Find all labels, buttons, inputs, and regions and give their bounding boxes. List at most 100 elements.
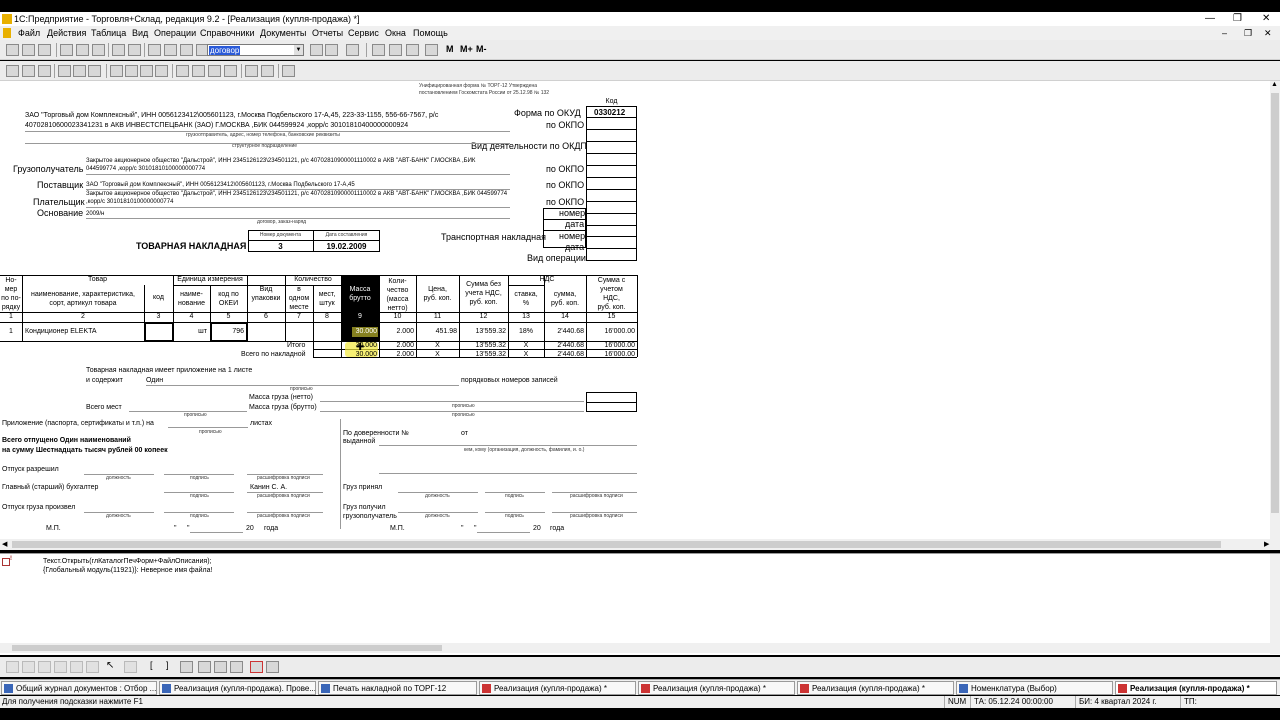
messages-scroll-thumb[interactable]	[12, 645, 442, 651]
menu-operations[interactable]: Операции	[154, 26, 196, 40]
find-next-icon[interactable]	[310, 44, 323, 56]
header-gross[interactable]: Масса брутто	[341, 285, 379, 303]
menu-documents[interactable]: Документы	[260, 26, 306, 40]
bracket-left-icon[interactable]: [	[150, 660, 153, 670]
task-print-torg12[interactable]: Печать накладной по ТОРГ-12	[318, 681, 477, 695]
doc-toolbar-icon-16[interactable]	[261, 65, 274, 77]
doc-toolbar-icon-15[interactable]	[245, 65, 258, 77]
chevron-down-icon[interactable]: ▼	[294, 45, 303, 55]
doc-toolbar-icon-2[interactable]	[22, 65, 35, 77]
mp-left: М.П.	[46, 525, 61, 532]
table-tool-icon-12[interactable]	[250, 661, 263, 673]
pointer-icon[interactable]: ↖	[106, 660, 114, 671]
open-icon[interactable]	[22, 44, 35, 56]
new-icon[interactable]	[6, 44, 19, 56]
table-tool-icon-2[interactable]	[22, 661, 35, 673]
accountant-name: Канин С. А.	[250, 484, 288, 491]
bracket-right-icon[interactable]: ]	[166, 660, 169, 670]
menu-help[interactable]: Помощь	[413, 26, 448, 40]
table-tool-icon-8[interactable]	[180, 661, 193, 673]
doc-toolbar-icon-17[interactable]	[282, 65, 295, 77]
doc-toolbar-icon-4[interactable]	[58, 65, 71, 77]
menu-catalogs[interactable]: Справочники	[200, 26, 255, 40]
restore-icon[interactable]: ❐	[1233, 12, 1242, 26]
menu-reports[interactable]: Отчеты	[312, 26, 343, 40]
m-plus-icon[interactable]: M+	[460, 44, 473, 54]
colnum-5: 5	[226, 313, 231, 320]
menu-view[interactable]: Вид	[132, 26, 148, 40]
m-icon[interactable]: M	[446, 44, 454, 54]
print-preview-icon[interactable]	[128, 44, 141, 56]
doc-toolbar-icon-9[interactable]	[140, 65, 153, 77]
close-icon[interactable]: ✕	[1262, 12, 1270, 26]
doc-toolbar-icon-7[interactable]	[110, 65, 123, 77]
vertical-scrollbar[interactable]: ▲	[1270, 81, 1280, 539]
scroll-left-icon[interactable]: ◀	[2, 540, 7, 548]
task-realization-active[interactable]: Реализация (купля-продажа) *	[1115, 681, 1277, 695]
redo-icon[interactable]	[180, 44, 193, 56]
scroll-up-icon[interactable]: ▲	[1271, 81, 1278, 88]
vertical-scroll-thumb[interactable]	[1271, 93, 1279, 513]
calendar-icon[interactable]	[389, 44, 402, 56]
find-icon[interactable]	[148, 44, 161, 56]
calculator-icon[interactable]	[372, 44, 385, 56]
copy-icon[interactable]	[76, 44, 89, 56]
print-icon[interactable]	[112, 44, 125, 56]
find-prev-icon[interactable]	[325, 44, 338, 56]
search-input[interactable]: договор	[209, 46, 241, 55]
doc-toolbar-icon-3[interactable]	[38, 65, 51, 77]
table-tool-icon-5[interactable]	[70, 661, 83, 673]
doc-toolbar-icon-11[interactable]	[176, 65, 189, 77]
table-tool-icon-13[interactable]	[266, 661, 279, 673]
scroll-right-icon[interactable]: ▶	[1264, 540, 1269, 548]
menu-file[interactable]: Файл	[18, 26, 40, 40]
horizontal-scrollbar[interactable]: ◀ ▶	[0, 539, 1280, 550]
messages-vscroll[interactable]	[1270, 554, 1280, 654]
table-tool-icon-6[interactable]	[86, 661, 99, 673]
undo-icon[interactable]	[164, 44, 177, 56]
task-realization-3[interactable]: Реализация (купля-продажа) *	[797, 681, 954, 695]
menu-service[interactable]: Сервис	[348, 26, 379, 40]
table-tool-icon-3[interactable]	[38, 661, 51, 673]
monitor-icon[interactable]	[425, 44, 438, 56]
table-tool-icon-4[interactable]	[54, 661, 67, 673]
search-combobox[interactable]: договор ▼	[207, 44, 304, 56]
table-tool-icon-7[interactable]	[124, 661, 137, 673]
save-icon[interactable]	[38, 44, 51, 56]
menu-table[interactable]: Таблица	[91, 26, 126, 40]
task-general-journal[interactable]: Общий журнал документов : Отбор ...	[1, 681, 157, 695]
messages-hscroll[interactable]	[0, 643, 1270, 653]
doc-toolbar-icon-6[interactable]	[88, 65, 101, 77]
menu-windows[interactable]: Окна	[385, 26, 406, 40]
horizontal-scroll-thumb[interactable]	[12, 541, 1221, 548]
basis-label: Основание	[37, 208, 84, 218]
mdi-minimize-icon[interactable]: –	[1222, 26, 1227, 40]
help-icon[interactable]	[346, 44, 359, 56]
toolbar-table: ↖ [ ]	[0, 657, 1280, 677]
table-tool-icon-10[interactable]	[214, 661, 227, 673]
minimize-icon[interactable]: —	[1205, 12, 1215, 26]
table-tool-icon-9[interactable]	[198, 661, 211, 673]
doc-toolbar-icon-12[interactable]	[192, 65, 205, 77]
task-realization-2[interactable]: Реализация (купля-продажа) *	[638, 681, 795, 695]
task-realization-1[interactable]: Реализация (купля-продажа) *	[479, 681, 636, 695]
task-realization-check[interactable]: Реализация (купля-продажа). Прове...	[159, 681, 316, 695]
doc-toolbar-icon-5[interactable]	[73, 65, 86, 77]
cut-icon[interactable]	[60, 44, 73, 56]
table-tool-icon-11[interactable]	[230, 661, 243, 673]
doc-toolbar-icon-13[interactable]	[208, 65, 221, 77]
table-tool-icon-1[interactable]	[6, 661, 19, 673]
row-gross-cell[interactable]: 30.000	[341, 328, 377, 335]
paste-icon[interactable]	[92, 44, 105, 56]
notes-icon[interactable]	[406, 44, 419, 56]
doc-toolbar-icon-1[interactable]	[6, 65, 19, 77]
mdi-restore-icon[interactable]: ❐	[1244, 26, 1252, 40]
mdi-close-icon[interactable]: ✕	[1264, 26, 1272, 40]
doc-toolbar-icon-14[interactable]	[224, 65, 237, 77]
doc-toolbar-icon-10[interactable]	[155, 65, 168, 77]
menu-actions[interactable]: Действия	[47, 26, 86, 40]
m-minus-icon[interactable]: M-	[476, 44, 487, 54]
operation-label: Вид операции	[527, 253, 586, 263]
doc-toolbar-icon-8[interactable]	[125, 65, 138, 77]
task-nomenclature[interactable]: Номенклатура (Выбор)	[956, 681, 1113, 695]
